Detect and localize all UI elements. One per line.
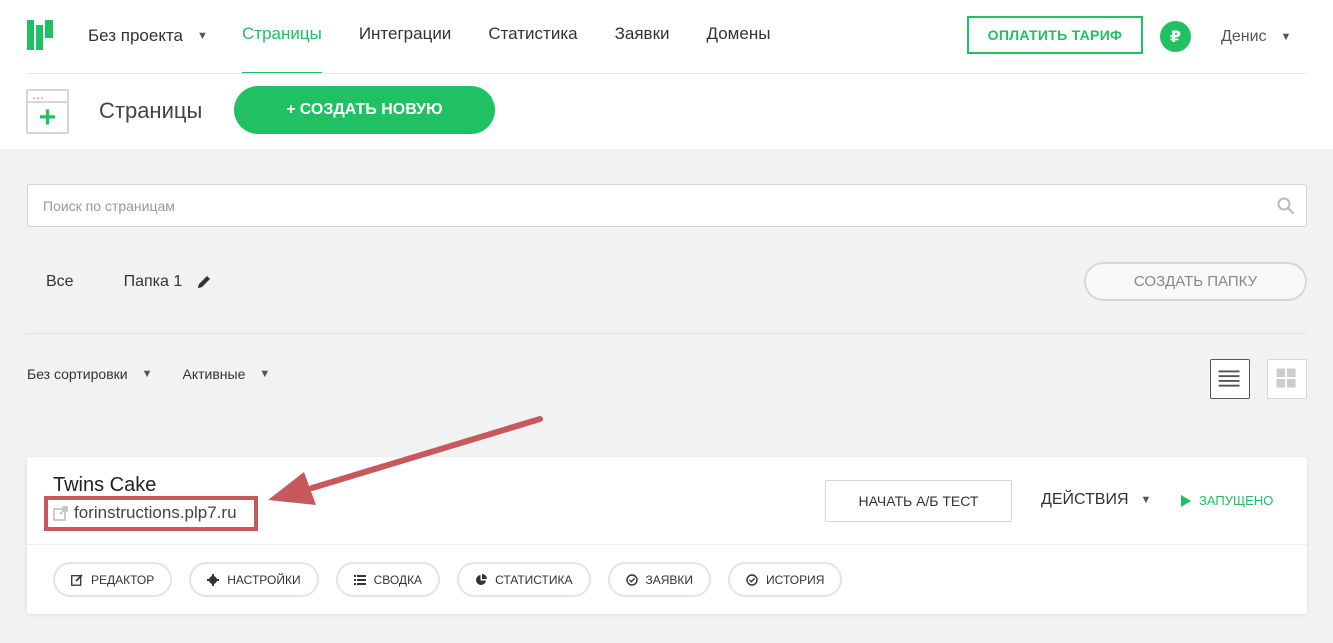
play-icon [1181, 494, 1191, 507]
grid-view-icon [1276, 368, 1296, 388]
history-button[interactable]: ИСТОРИЯ [728, 562, 843, 597]
create-new-label: СОЗДАТЬ НОВУЮ [299, 101, 443, 118]
statistics-button[interactable]: СТАТИСТИКА [457, 562, 591, 597]
requests-label: ЗАЯВКИ [645, 572, 694, 587]
list-icon [353, 574, 366, 585]
user-name: Денис [1221, 28, 1267, 45]
page-name: Twins Cake [53, 474, 157, 496]
edit-icon [71, 573, 83, 586]
project-label: Без проекта [88, 26, 184, 45]
page-title: Страницы [99, 98, 203, 123]
summary-button[interactable]: СВОДКА [335, 562, 441, 597]
folder-tabs: Все Папка 1 [46, 273, 212, 291]
gear-icon [207, 573, 220, 586]
state-dropdown[interactable]: Активные ▼ [182, 366, 270, 382]
filters-bar: Без сортировки ▼ Активные ▼ [27, 366, 300, 382]
status-label: ЗАПУЩЕНО [1199, 493, 1274, 508]
check-circle-icon [746, 573, 758, 586]
summary-label: СВОДКА [373, 572, 423, 587]
actions-label: ДЕЙСТВИЯ [1041, 491, 1129, 508]
sort-dropdown[interactable]: Без сортировки ▼ [27, 366, 152, 382]
settings-label: НАСТРОЙКИ [227, 572, 301, 587]
nav-requests[interactable]: Заявки [615, 0, 670, 74]
plus-icon: + [286, 101, 296, 118]
main-nav: Страницы Интеграции Статистика Заявки До… [242, 0, 807, 74]
top-navigation: Без проекта ▼ Страницы Интеграции Статис… [0, 0, 1333, 74]
user-menu[interactable]: Денис ▼ [1221, 28, 1291, 46]
actions-dropdown[interactable]: ДЕЙСТВИЯ ▼ [1041, 491, 1151, 509]
card-actions: РЕДАКТОР НАСТРОЙКИ СВОДКА СТАТИСТИКА ЗАЯ… [53, 562, 843, 597]
caret-down-icon: ▼ [259, 368, 271, 380]
nav-integrations[interactable]: Интеграции [359, 0, 452, 74]
caret-down-icon: ▼ [1140, 494, 1152, 506]
history-label: ИСТОРИЯ [766, 572, 825, 587]
status-toggle[interactable]: ЗАПУЩЕНО [1181, 493, 1273, 508]
caret-down-icon: ▼ [1280, 31, 1292, 43]
caret-down-icon: ▼ [141, 368, 153, 380]
requests-button[interactable]: ЗАЯВКИ [607, 562, 712, 597]
settings-button[interactable]: НАСТРОЙКИ [189, 562, 319, 597]
list-view-button[interactable] [1210, 359, 1250, 399]
editor-button[interactable]: РЕДАКТОР [53, 562, 173, 597]
nav-domains[interactable]: Домены [707, 0, 771, 74]
page-card: Twins Cake forinstructions.plp7.ru НАЧАТ… [27, 457, 1307, 614]
state-label: Активные [182, 366, 246, 382]
ab-test-button[interactable]: НАЧАТЬ А/Б ТЕСТ [825, 480, 1012, 522]
pencil-icon[interactable] [196, 274, 212, 290]
grid-view-button[interactable] [1267, 359, 1307, 399]
balance-ruble-icon[interactable]: ₽ [1160, 21, 1191, 52]
pay-tariff-button[interactable]: ОПЛАТИТЬ ТАРИФ [967, 16, 1143, 54]
folder-1[interactable]: Папка 1 [124, 273, 183, 291]
list-view-icon [1218, 370, 1240, 387]
caret-down-icon: ▼ [197, 30, 208, 42]
project-selector[interactable]: Без проекта ▼ [88, 26, 208, 46]
new-page-icon: ••• + [26, 89, 69, 134]
url-highlight-box [44, 496, 258, 531]
search-icon[interactable] [1277, 197, 1294, 214]
sort-label: Без сортировки [27, 366, 128, 382]
statistics-label: СТАТИСТИКА [495, 572, 573, 587]
nav-statistics[interactable]: Статистика [488, 0, 577, 74]
check-circle-icon [625, 573, 638, 586]
page-header: ••• + Страницы + СОЗДАТЬ НОВУЮ [0, 74, 1333, 149]
pie-chart-icon [476, 573, 488, 585]
create-new-page-button[interactable]: + СОЗДАТЬ НОВУЮ [234, 86, 495, 134]
folder-all[interactable]: Все [46, 273, 74, 291]
nav-pages[interactable]: Страницы [242, 0, 322, 74]
search-input[interactable] [28, 185, 1248, 226]
editor-label: РЕДАКТОР [91, 572, 155, 587]
card-divider [27, 544, 1307, 545]
logo-icon[interactable] [27, 20, 53, 50]
search-box [27, 184, 1307, 227]
section-divider [26, 333, 1307, 334]
create-folder-button[interactable]: СОЗДАТЬ ПАПКУ [1084, 262, 1307, 301]
